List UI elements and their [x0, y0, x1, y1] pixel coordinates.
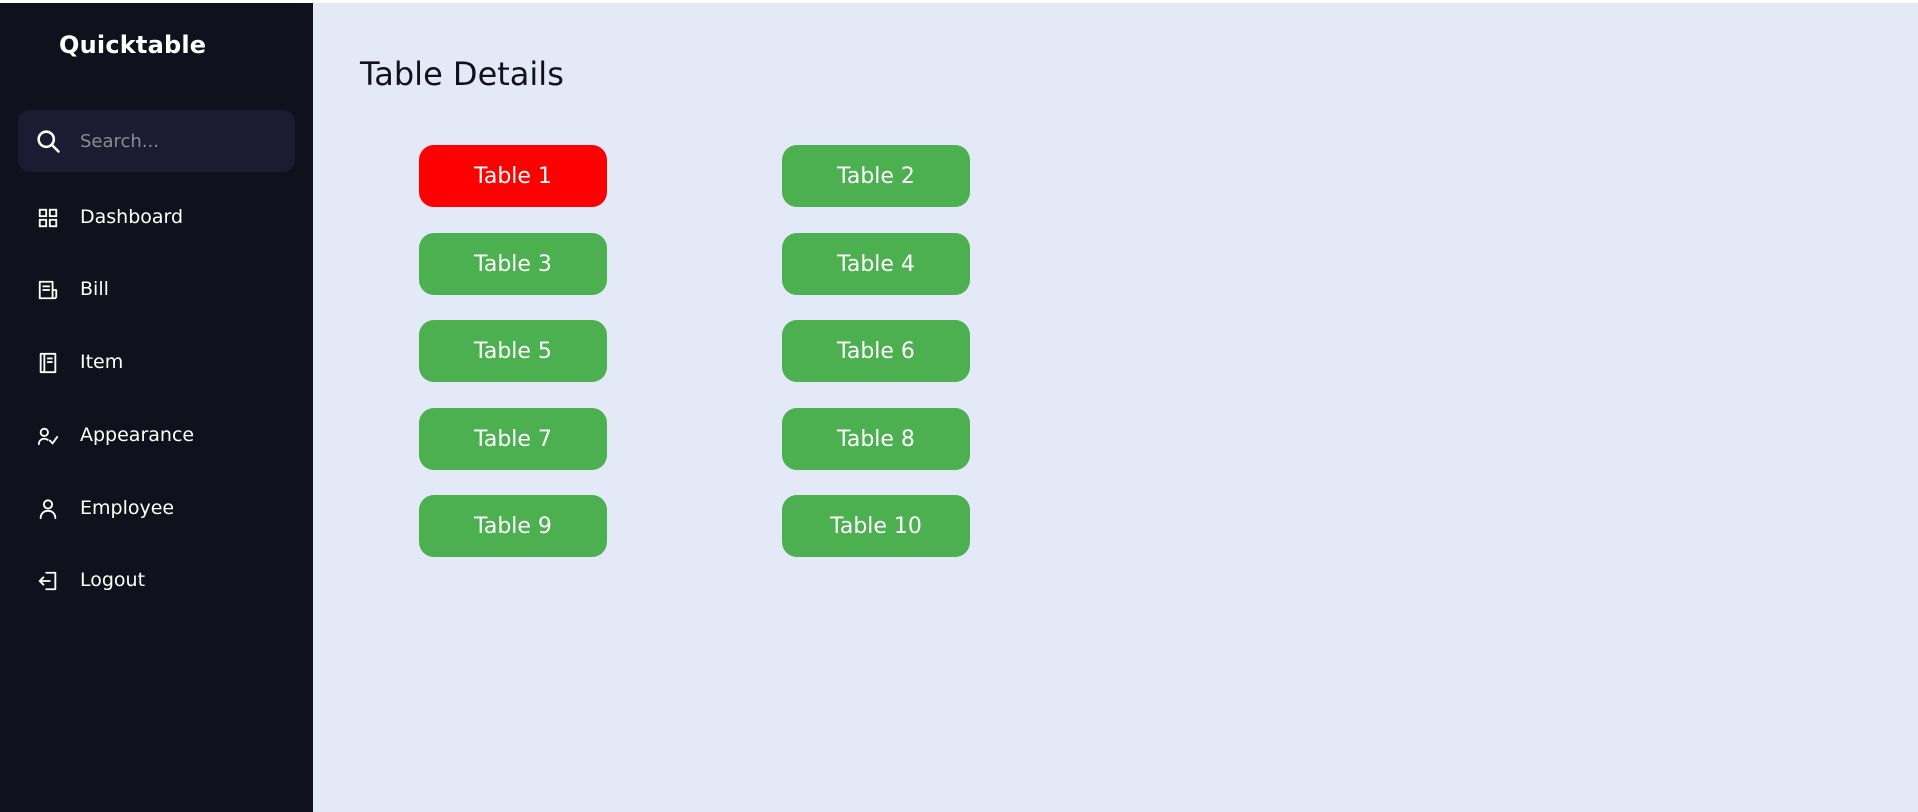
main-content: Table Details Table 1 Table 2 Table 3 Ta… [313, 3, 1918, 812]
search-icon[interactable] [34, 127, 62, 155]
search-input[interactable] [80, 121, 280, 161]
receipt-icon [37, 279, 59, 301]
sidebar-item-label: Appearance [80, 424, 195, 446]
table-button-5[interactable]: Table 5 [419, 320, 607, 382]
sidebar-item-label: Logout [80, 569, 146, 591]
sidebar-item-label: Bill [80, 278, 109, 300]
table-button-7[interactable]: Table 7 [419, 408, 607, 470]
sidebar-item-logout[interactable]: Logout [0, 556, 313, 606]
sidebar-item-bill[interactable]: Bill [0, 265, 313, 315]
table-button-6[interactable]: Table 6 [782, 320, 970, 382]
sidebar-item-label: Employee [80, 497, 175, 519]
sidebar-item-appearance[interactable]: Appearance [0, 411, 313, 461]
notebook-icon [37, 352, 59, 374]
table-button-3[interactable]: Table 3 [419, 233, 607, 295]
sidebar-item-dashboard[interactable]: Dashboard [0, 193, 313, 243]
sidebar: Quicktable Dashboard [0, 3, 313, 812]
table-button-1[interactable]: Table 1 [419, 145, 607, 207]
sidebar-item-item[interactable]: Item [0, 338, 313, 388]
search-box[interactable] [18, 110, 295, 172]
table-button-4[interactable]: Table 4 [782, 233, 970, 295]
brand-logo[interactable]: Quicktable [59, 31, 206, 59]
table-button-10[interactable]: Table 10 [782, 495, 970, 557]
sidebar-item-label: Dashboard [80, 206, 184, 228]
table-button-8[interactable]: Table 8 [782, 408, 970, 470]
app-root: Quicktable Dashboard [0, 0, 1918, 812]
user-check-icon [37, 425, 59, 447]
sidebar-item-label: Item [80, 351, 124, 373]
sidebar-item-employee[interactable]: Employee [0, 484, 313, 534]
table-button-2[interactable]: Table 2 [782, 145, 970, 207]
grid-icon [37, 207, 59, 229]
table-button-9[interactable]: Table 9 [419, 495, 607, 557]
user-icon [37, 498, 59, 520]
logout-icon [37, 570, 59, 592]
page-title: Table Details [360, 55, 564, 93]
